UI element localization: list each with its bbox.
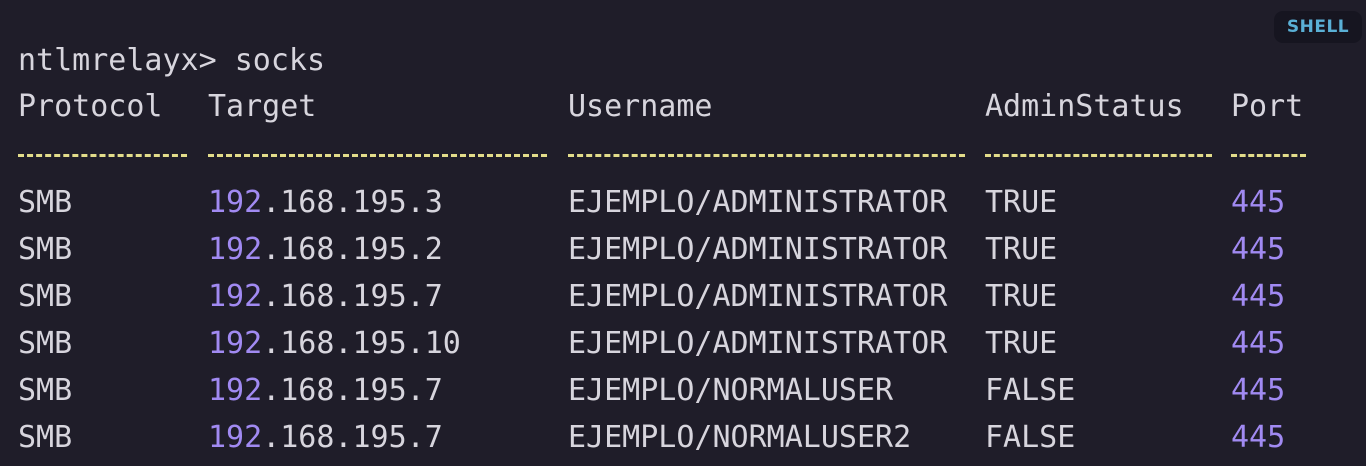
table-row: SMB 192.168.195.10 EJEMPLO/ADMINISTRATOR TR…	[0, 324, 1366, 364]
cell-protocol: SMB	[18, 420, 73, 455]
cell-target: 192.168.195.2	[208, 230, 443, 270]
divider-protocol	[18, 154, 187, 157]
cell-target: 192.168.195.7	[208, 371, 443, 411]
cell-port: 445	[1231, 373, 1286, 408]
header-username: Username	[568, 89, 713, 124]
shell-language-badge: SHELL	[1274, 11, 1362, 43]
cell-admin-status: FALSE	[985, 373, 1076, 408]
table-row: SMB 192.168.195.7 EJEMPLO/NORMALUSER FALSE 4…	[0, 371, 1366, 411]
cell-username: EJEMPLO/ADMINISTRATOR	[568, 279, 948, 314]
target-ip-rest: .168.195.10	[262, 326, 461, 361]
cell-username: EJEMPLO/ADMINISTRATOR	[568, 232, 948, 267]
cell-port: 445	[1231, 279, 1286, 314]
table-divider-row	[0, 137, 1366, 177]
target-ip-prefix: 192	[208, 279, 263, 314]
cell-port: 445	[1231, 420, 1286, 455]
table-row: SMB 192.168.195.7 EJEMPLO/ADMINISTRATOR TRU…	[0, 277, 1366, 317]
cell-protocol: SMB	[18, 373, 73, 408]
cell-admin-status: TRUE	[985, 279, 1058, 314]
cell-admin-status: TRUE	[985, 232, 1058, 267]
header-protocol: Protocol	[18, 89, 163, 124]
cell-protocol: SMB	[18, 185, 73, 220]
target-ip-rest: .168.195.7	[262, 279, 443, 314]
target-ip-rest: .168.195.2	[262, 232, 443, 267]
cell-username: EJEMPLO/ADMINISTRATOR	[568, 326, 948, 361]
cell-target: 192.168.195.7	[208, 418, 443, 458]
header-port: Port	[1231, 89, 1304, 124]
terminal-window[interactable]: SHELL ntlmrelayx> socks Protocol Target …	[0, 0, 1366, 466]
target-ip-rest: .168.195.7	[262, 373, 443, 408]
divider-target	[208, 154, 547, 157]
cell-protocol: SMB	[18, 232, 73, 267]
table-row: SMB 192.168.195.7 EJEMPLO/NORMALUSER2 FALSE…	[0, 418, 1366, 458]
cell-admin-status: FALSE	[985, 420, 1076, 455]
cell-username: EJEMPLO/NORMALUSER2	[568, 420, 912, 455]
divider-admin-status	[985, 154, 1212, 157]
cell-port: 445	[1231, 326, 1286, 361]
table-header-row: Protocol Target Username AdminStatus Por…	[0, 87, 1366, 127]
target-ip-prefix: 192	[208, 185, 263, 220]
header-admin-status: AdminStatus	[985, 89, 1184, 124]
cell-username: EJEMPLO/ADMINISTRATOR	[568, 185, 948, 220]
target-ip-prefix: 192	[208, 420, 263, 455]
cell-port: 445	[1231, 185, 1286, 220]
divider-port	[1231, 154, 1306, 157]
target-ip-prefix: 192	[208, 373, 263, 408]
target-ip-rest: .168.195.7	[262, 420, 443, 455]
header-target: Target	[208, 89, 317, 124]
cell-target: 192.168.195.3	[208, 183, 443, 223]
cell-port: 445	[1231, 232, 1286, 267]
cell-protocol: SMB	[18, 326, 73, 361]
cell-admin-status: TRUE	[985, 326, 1058, 361]
target-ip-prefix: 192	[208, 326, 263, 361]
cell-admin-status: TRUE	[985, 185, 1058, 220]
table-row: SMB 192.168.195.3 EJEMPLO/ADMINISTRATOR TRU…	[0, 183, 1366, 223]
target-ip-rest: .168.195.3	[262, 185, 443, 220]
target-ip-prefix: 192	[208, 232, 263, 267]
divider-username	[568, 154, 965, 157]
command-prompt-line: ntlmrelayx> socks	[18, 43, 326, 78]
cell-target: 192.168.195.10	[208, 324, 461, 364]
cell-username: EJEMPLO/NORMALUSER	[568, 373, 894, 408]
table-row: SMB 192.168.195.2 EJEMPLO/ADMINISTRATOR TRU…	[0, 230, 1366, 270]
cell-target: 192.168.195.7	[208, 277, 443, 317]
cell-protocol: SMB	[18, 279, 73, 314]
